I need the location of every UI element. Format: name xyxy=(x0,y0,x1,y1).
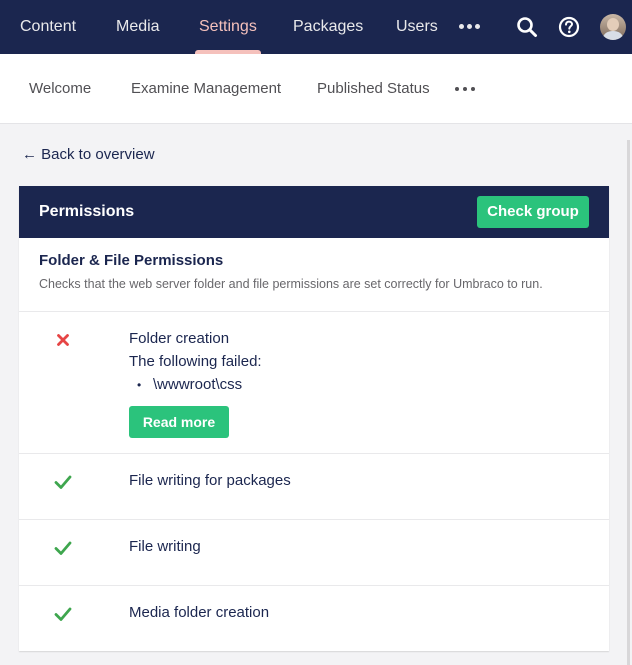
topnav-content[interactable]: Content xyxy=(20,0,76,54)
topnav-media[interactable]: Media xyxy=(116,0,160,54)
check-detail: The following failed: xyxy=(129,353,262,370)
search-icon[interactable] xyxy=(516,16,538,38)
section-header: Folder & File Permissions Checks that th… xyxy=(19,238,609,312)
check-row-media-folder-creation: Media folder creation xyxy=(19,586,609,651)
failed-paths-list: \wwwroot\css xyxy=(137,376,242,393)
check-row-folder-creation: Folder creation The following failed: \w… xyxy=(19,312,609,454)
check-title: File writing for packages xyxy=(129,472,291,489)
success-check-icon xyxy=(54,475,72,489)
permissions-card: Permissions Check group Folder & File Pe… xyxy=(19,186,609,651)
check-group-button[interactable]: Check group xyxy=(477,196,589,228)
topnav-users[interactable]: Users xyxy=(396,0,438,54)
subnav-examine-management[interactable]: Examine Management xyxy=(131,54,281,124)
sub-navigation: Welcome Examine Management Published Sta… xyxy=(0,54,632,124)
back-to-overview-link[interactable]: ← Back to overview xyxy=(22,144,155,166)
help-icon[interactable] xyxy=(558,16,580,38)
failed-path-item: \wwwroot\css xyxy=(137,376,242,393)
card-title: Permissions xyxy=(39,203,135,220)
topnav-packages[interactable]: Packages xyxy=(293,0,363,54)
more-sections-ellipsis-icon[interactable] xyxy=(459,20,481,34)
section-title: Folder & File Permissions xyxy=(39,252,224,269)
check-row-file-writing: File writing xyxy=(19,520,609,586)
check-title: Folder creation xyxy=(129,330,230,347)
more-tabs-ellipsis-icon[interactable] xyxy=(455,84,477,94)
scrollbar[interactable] xyxy=(627,140,630,665)
top-navigation: Content Media Settings Packages Users xyxy=(0,0,632,54)
success-check-icon xyxy=(54,541,72,555)
error-x-icon xyxy=(57,334,69,346)
success-check-icon xyxy=(54,607,72,621)
card-header: Permissions Check group xyxy=(19,186,609,238)
check-title: Media folder creation xyxy=(129,604,270,621)
topnav-settings[interactable]: Settings xyxy=(195,0,261,54)
subnav-published-status[interactable]: Published Status xyxy=(317,54,430,124)
user-avatar[interactable] xyxy=(600,14,626,40)
subnav-welcome[interactable]: Welcome xyxy=(29,54,91,124)
section-description: Checks that the web server folder and fi… xyxy=(39,277,543,291)
read-more-button[interactable]: Read more xyxy=(129,406,229,438)
check-title: File writing xyxy=(129,538,201,555)
check-row-file-writing-packages: File writing for packages xyxy=(19,454,609,520)
